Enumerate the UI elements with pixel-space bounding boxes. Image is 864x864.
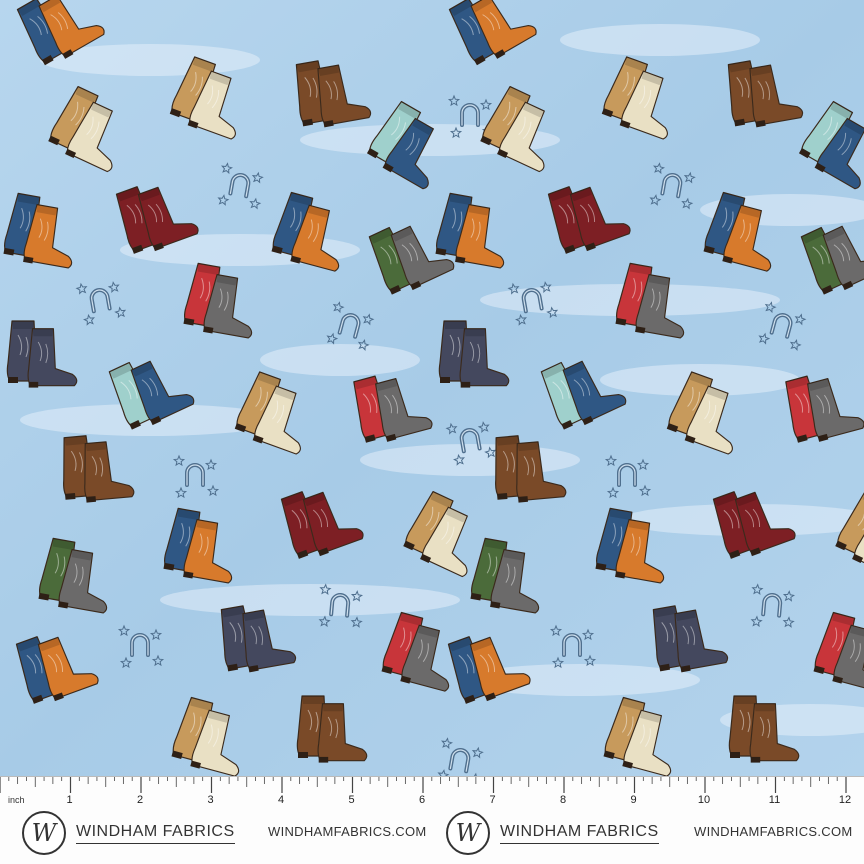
brand-url-left: WINDHAMFABRICS.COM xyxy=(268,824,427,839)
ruler-unit-label: inch xyxy=(8,795,25,805)
fabric-swatch: inch 1 2 3 4 5 6 7 8 9 10 11 12 W WINDHAM FABRICS W… xyxy=(0,0,864,864)
brand-lockup-left: W WINDHAM FABRICS xyxy=(22,810,235,856)
brand-url-right: WINDHAMFABRICS.COM xyxy=(694,824,853,839)
cloud-streak xyxy=(160,584,460,616)
windham-logo-icon: W xyxy=(446,811,490,855)
ruler-number: 2 xyxy=(136,794,144,806)
fabric-print xyxy=(0,0,864,776)
ruler-number: 8 xyxy=(559,794,567,806)
ruler-number: 5 xyxy=(348,794,355,806)
ruler-number: 10 xyxy=(697,794,711,806)
windham-logo-icon: W xyxy=(22,811,66,855)
ruler-number: 1 xyxy=(66,794,73,806)
ruler-ticks xyxy=(0,777,847,793)
cloud-streak xyxy=(360,444,580,476)
ruler-number: 12 xyxy=(838,794,852,806)
cloud-streak xyxy=(560,24,760,56)
ruler-number: 7 xyxy=(489,794,496,806)
ruler-number: 6 xyxy=(418,794,426,806)
ruler-number: 9 xyxy=(630,794,637,806)
ruler-number: 11 xyxy=(768,794,781,806)
cloud-streak xyxy=(260,344,420,376)
brand-name-left: WINDHAM FABRICS xyxy=(76,823,235,844)
brand-name-right: WINDHAM FABRICS xyxy=(500,823,659,844)
ruler-number: 4 xyxy=(277,794,285,806)
ruler-number: 3 xyxy=(207,794,214,806)
brand-lockup-right: W WINDHAM FABRICS xyxy=(446,810,659,856)
